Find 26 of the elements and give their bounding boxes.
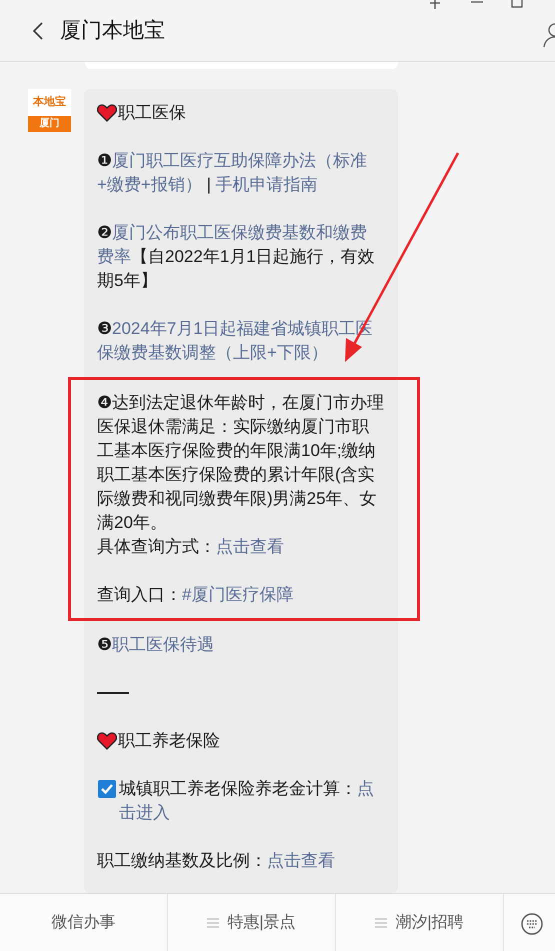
keyboard-icon[interactable] [520,910,544,934]
message-text: ❷厦门公布职工医保缴费基数和缴费费率【自2022年1月1日起施行，有效期5年】 [97,222,376,292]
maximize-icon[interactable] [511,0,523,8]
message-text: ❹达到法定退休年龄时，在厦门市办理医保退休需满足：实际缴纳厦门市职工基本医疗保险费的年限满10年;缴纳职工基本医疗保险费的累计年限(含实际缴费和视同缴费年限)男满25年、女满20年。 [97,392,385,534]
message-text: 具体查询方式：点击查看 [97,536,284,558]
message-text: ❺职工医保待遇 [97,634,214,656]
message-text: 职工医保 [118,102,186,124]
message-text: 查询入口：#厦门医疗保障 [97,584,294,606]
message-text: 城镇职工养老保险养老金计算：点击进入 [119,778,375,824]
menu-icon [207,918,220,928]
menu-button[interactable]: 微信办事 [0,894,168,951]
message-text: 职工养老保险 [118,730,220,752]
menu-icon [375,918,388,928]
menu-button[interactable]: 潮汐|招聘 [336,894,504,951]
back-icon[interactable] [32,20,44,40]
divider-rule [97,692,129,694]
avatar-text: 厦门 [40,119,60,129]
menu-button[interactable]: 特惠|景点 [168,894,336,951]
avatar-text: 本地宝 [33,97,66,108]
heart-icon [97,732,117,750]
heart-icon [97,104,117,122]
window-title: 厦门本地宝 [60,18,165,44]
person-icon[interactable] [543,22,555,48]
message-text: 职工缴纳基数及比例：点击查看 [97,850,335,872]
checkbox-icon [97,779,117,799]
message-text: ❶厦门职工医疗互助保障办法（标准+缴费+报销） | 手机申请指南 [97,150,368,196]
